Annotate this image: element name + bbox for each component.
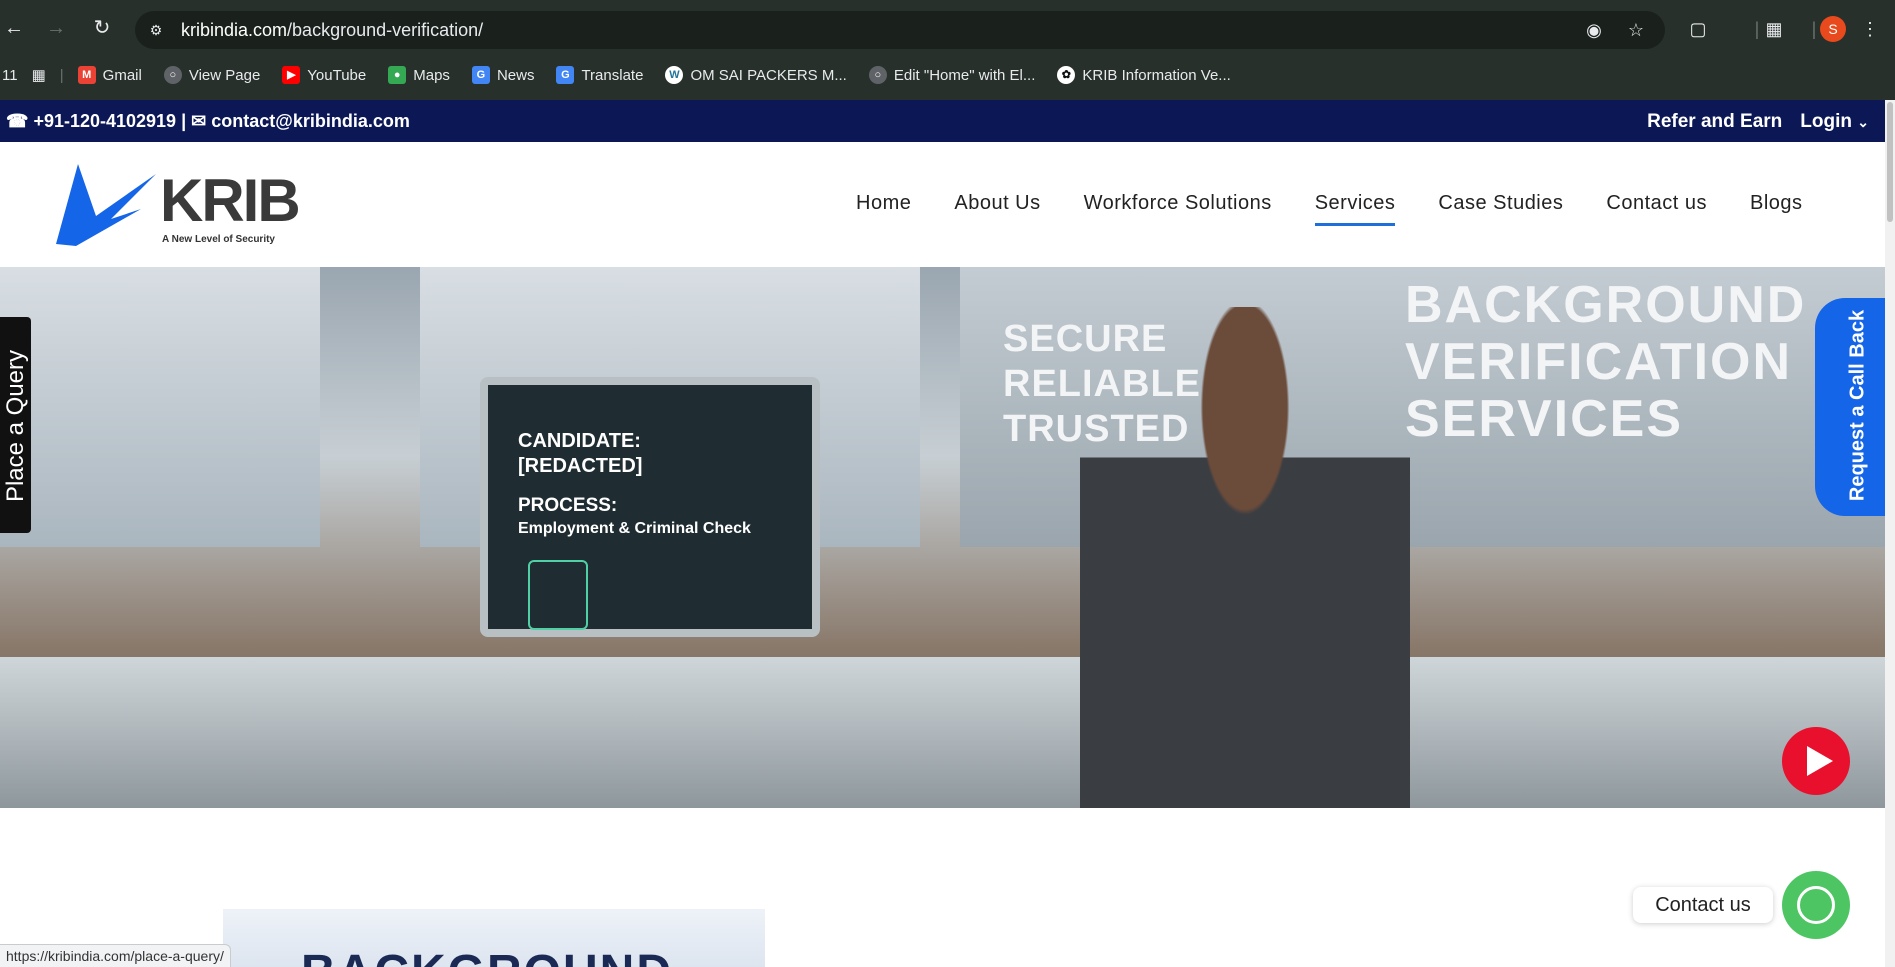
callback-label: Request a Call Back [1846, 309, 1869, 502]
whatsapp-button[interactable] [1782, 871, 1850, 939]
globe-icon: ○ [868, 66, 887, 84]
login-label: Login [1800, 111, 1852, 132]
bookmark-view-page[interactable]: ○ View Page [163, 66, 260, 84]
wordpress-icon: W [665, 66, 684, 84]
verification-monitor: CANDIDATE: [REDACTED] PROCESS: Employmen… [480, 377, 820, 637]
bookmark-youtube[interactable]: ▶ YouTube [282, 66, 366, 84]
youtube-icon: ▶ [282, 66, 301, 84]
headline-line: VERIFICATION [1405, 333, 1793, 391]
nav-contact-us[interactable]: Contact us [1606, 192, 1707, 226]
place-query-label: Place a Query [2, 349, 29, 503]
eye-off-icon[interactable]: ◉ [1583, 19, 1605, 41]
logo-tagline: A New Level of Security [162, 234, 275, 245]
bookmark-tab-count[interactable]: 11 [2, 67, 18, 84]
office-window [0, 267, 320, 547]
request-callback-tab[interactable]: Request a Call Back [1815, 298, 1885, 516]
apps-grid-icon[interactable]: ▦ [32, 66, 46, 84]
address-bar[interactable]: ⚙ kribindia.com/background-verification/… [135, 11, 1665, 49]
nav-blogs[interactable]: Blogs [1750, 192, 1803, 226]
slogan-line: SECURE [1003, 318, 1168, 360]
bookmark-om-sai-packers[interactable]: W OM SAI PACKERS M... [665, 66, 847, 84]
nav-services[interactable]: Services [1314, 192, 1396, 226]
phone-number[interactable]: +91-120-4102919 [33, 111, 176, 131]
translate-icon: G [556, 66, 575, 84]
hero-headline: BACKGROUND VERIFICATION SERVICES [1405, 277, 1806, 448]
page-content: BACKGROUND [0, 808, 1885, 967]
fingerprint-icon [528, 560, 588, 630]
profile-avatar[interactable]: S [1820, 16, 1846, 42]
monitor-candidate-label: CANDIDATE: [518, 430, 641, 452]
place-query-tab[interactable]: Place a Query [0, 317, 31, 533]
gmail-icon: M [77, 66, 96, 84]
nav-home[interactable]: Home [856, 192, 911, 226]
site-info-icon[interactable]: ⚙ [145, 19, 167, 41]
play-video-button[interactable] [1782, 727, 1850, 795]
slogan-line: TRUSTED [1003, 408, 1190, 450]
nav-about-us[interactable]: About Us [954, 192, 1040, 226]
headline-line: SERVICES [1405, 390, 1684, 448]
office-desk [0, 657, 1885, 808]
slogan-line: RELIABLE [1003, 363, 1201, 405]
contact-us-chip[interactable]: Contact us [1633, 887, 1773, 923]
headline-line: BACKGROUND [1405, 276, 1807, 334]
mail-icon: ✉ [191, 111, 207, 131]
scrollbar-thumb[interactable] [1887, 102, 1893, 222]
bookmarks-bar: 11 ▦ | M Gmail ○ View Page ▶ YouTube ● Maps … [0, 60, 1895, 90]
tab-search-icon[interactable]: ▦ [1762, 17, 1786, 41]
krib-logo[interactable]: KRIB A New Level of Security [56, 164, 301, 249]
page-scrollbar[interactable] [1885, 100, 1895, 967]
bookmark-news[interactable]: G News [471, 66, 534, 84]
section-banner-image: BACKGROUND [223, 909, 765, 967]
whatsapp-icon [1797, 886, 1835, 924]
maps-icon: ● [388, 66, 407, 84]
monitor-process-label: PROCESS: [518, 495, 618, 516]
krib-logo-mark-icon [56, 164, 156, 246]
bookmark-maps[interactable]: ● Maps [388, 66, 450, 84]
url-text[interactable]: kribindia.com/background-verification/ [181, 20, 483, 41]
email-link[interactable]: contact@kribindia.com [211, 111, 410, 131]
bookmark-translate[interactable]: G Translate [556, 66, 643, 84]
globe-icon: ○ [163, 66, 182, 84]
bookmark-edit-home[interactable]: ○ Edit "Home" with El... [868, 66, 1035, 84]
openai-icon: ✿ [1057, 66, 1076, 84]
logo-word: KRIB [160, 167, 301, 234]
phone-icon: ☎ [6, 111, 29, 131]
main-nav: Home About Us Workforce Solutions Servic… [856, 192, 1803, 226]
nav-workforce-solutions[interactable]: Workforce Solutions [1084, 192, 1272, 226]
reload-icon[interactable]: ↻ [90, 16, 114, 40]
site-header: KRIB A New Level of Security Home About … [0, 142, 1885, 267]
star-icon[interactable]: ☆ [1625, 19, 1647, 41]
refer-earn-link[interactable]: Refer and Earn [1647, 111, 1782, 133]
bookmark-gmail[interactable]: M Gmail [77, 66, 142, 84]
section-banner-text: BACKGROUND [301, 945, 673, 967]
hero-banner: CANDIDATE: [REDACTED] PROCESS: Employmen… [0, 267, 1885, 808]
contact-info: ☎ +91-120-4102919 | ✉ contact@kribindia.… [6, 111, 410, 132]
play-icon [1807, 746, 1833, 776]
site-topbar: ☎ +91-120-4102919 | ✉ contact@kribindia.… [0, 100, 1885, 142]
login-dropdown[interactable]: Login ⌄ [1800, 111, 1869, 133]
news-icon: G [471, 66, 490, 84]
monitor-process-value: Employment & Criminal Check [518, 520, 751, 537]
back-icon[interactable]: ← [2, 16, 26, 40]
forward-icon[interactable]: → [44, 16, 68, 40]
chevron-down-icon: ⌄ [1857, 114, 1869, 130]
browser-toolbar: ← → ↻ ⚙ kribindia.com/background-verific… [0, 0, 1895, 100]
hero-slogan: SECURE RELIABLE TRUSTED [1003, 317, 1201, 452]
status-bar-url: https://kribindia.com/place-a-query/ [0, 944, 231, 967]
extensions-icon[interactable]: ▢ [1686, 17, 1710, 41]
nav-case-studies[interactable]: Case Studies [1438, 192, 1563, 226]
separator: | [181, 111, 187, 131]
topbar-actions: Refer and Earn Login ⌄ [1647, 111, 1869, 133]
bookmark-divider: | [59, 66, 64, 84]
menu-dots-icon[interactable]: ⋮ [1858, 17, 1882, 41]
monitor-candidate-value: [REDACTED] [518, 455, 643, 477]
bookmark-krib-information[interactable]: ✿ KRIB Information Ve... [1057, 66, 1231, 84]
